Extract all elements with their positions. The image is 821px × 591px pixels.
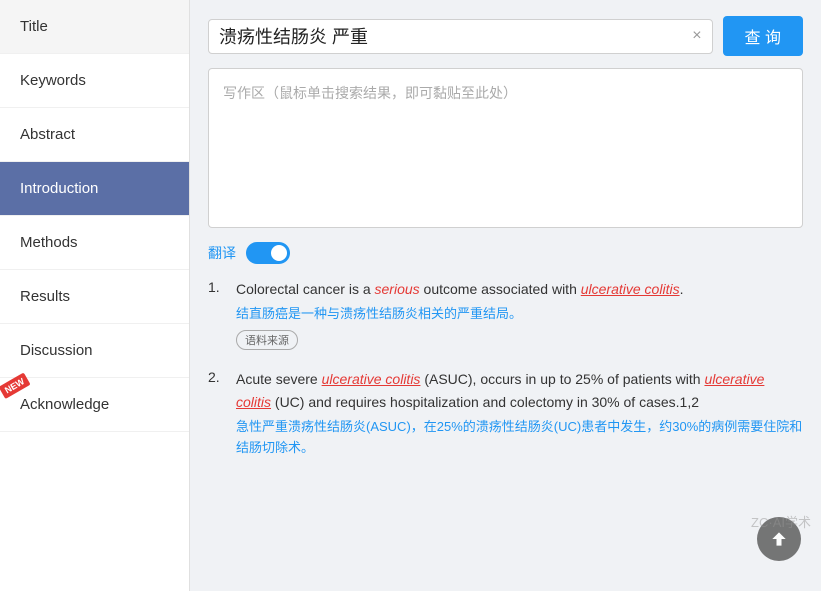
scroll-top-button[interactable] [757,517,801,561]
result-en-text[interactable]: Acute severe ulcerative colitis (ASUC), … [236,368,803,413]
sidebar-item-introduction[interactable]: Introduction [0,162,189,216]
result-num: 1. [208,278,226,295]
result-num: 2. [208,368,226,385]
highlighted-term-underline: ulcerative colitis [322,371,421,387]
main-content: × 查 询 写作区（鼠标单击搜索结果，即可黏贴至此处） 翻译 1. Colorec… [190,0,821,591]
result-cn-text: 急性严重溃疡性结肠炎(ASUC)，在25%的溃疡性结肠炎(UC)患者中发生，约3… [236,417,803,459]
result-content: Colorectal cancer is a serious outcome a… [236,278,803,350]
translate-toggle[interactable] [246,242,290,264]
highlighted-term-underline: ulcerative colitis [581,281,680,297]
result-content: Acute severe ulcerative colitis (ASUC), … [236,368,803,458]
search-bar: × 查 询 [208,16,803,56]
highlighted-term: serious [375,281,420,297]
sidebar-item-results[interactable]: Results [0,270,189,324]
sidebar-item-label: Acknowledge [20,396,109,413]
sidebar-item-label: Discussion [20,342,93,359]
translate-label: 翻译 [208,243,236,263]
sidebar-item-methods[interactable]: Methods [0,216,189,270]
result-en-text[interactable]: Colorectal cancer is a serious outcome a… [236,278,803,300]
search-input-wrapper: × [208,19,713,54]
search-input[interactable] [219,26,684,47]
sidebar-item-label: Results [20,288,70,305]
clear-button[interactable]: × [692,27,701,45]
sidebar-item-label: Abstract [20,126,75,143]
sidebar-item-label: Introduction [20,180,98,197]
sidebar-item-discussion[interactable]: Discussion [0,324,189,378]
sidebar-item-label: Keywords [20,72,86,89]
sidebar-item-label: Methods [20,234,78,251]
results-list: 1. Colorectal cancer is a serious outcome… [208,278,803,459]
sidebar-item-acknowledge[interactable]: NEWAcknowledge [0,378,189,432]
highlighted-term-underline: ulcerative colitis [236,371,764,409]
translate-row: 翻译 [208,242,803,264]
writing-area[interactable]: 写作区（鼠标单击搜索结果，即可黏贴至此处） [208,68,803,228]
sidebar-item-label: Title [20,18,48,35]
sidebar-item-keywords[interactable]: Keywords [0,54,189,108]
result-item-2: 2. Acute severe ulcerative colitis (ASUC)… [208,368,803,458]
sidebar: Title Keywords Abstract Introduction Methods… [0,0,190,591]
sidebar-item-title[interactable]: Title [0,0,189,54]
source-badge[interactable]: 语料来源 [236,330,298,350]
search-button[interactable]: 查 询 [723,16,803,56]
result-item-1: 1. Colorectal cancer is a serious outcome… [208,278,803,350]
toggle-knob [271,245,287,261]
writing-placeholder: 写作区（鼠标单击搜索结果，即可黏贴至此处） [223,85,517,101]
result-cn-text: 结直肠癌是一种与溃疡性结肠炎相关的严重结局。 [236,304,803,325]
sidebar-item-abstract[interactable]: Abstract [0,108,189,162]
